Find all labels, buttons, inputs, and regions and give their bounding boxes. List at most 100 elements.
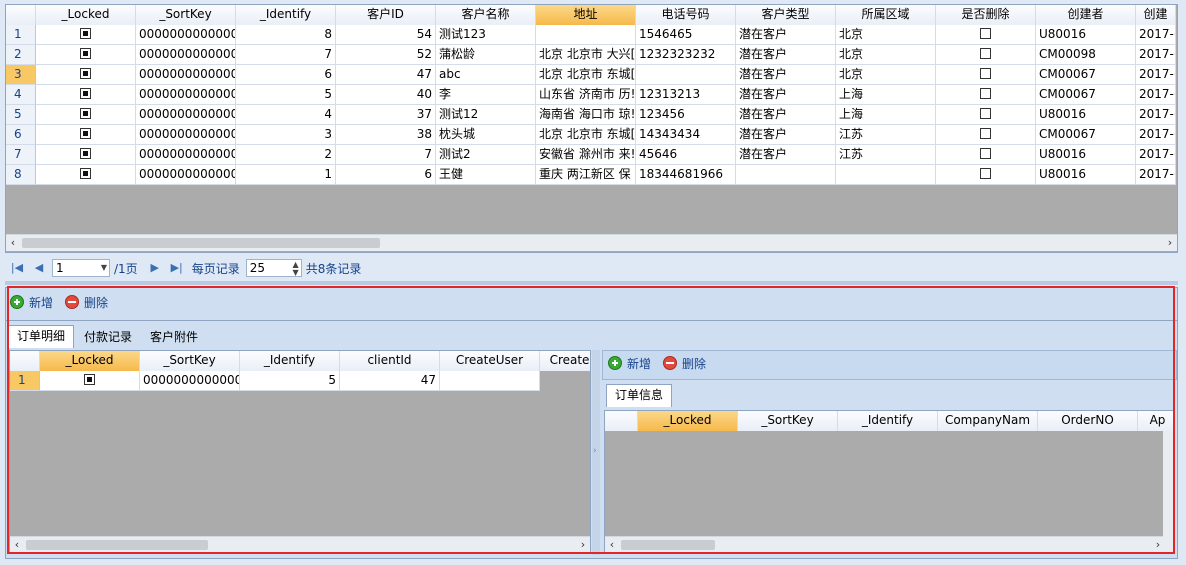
info-grid-vscroll[interactable] (1163, 431, 1174, 552)
delete-button[interactable]: 删除 (65, 294, 108, 311)
column-header[interactable]: _Identify (838, 411, 938, 431)
column-header[interactable]: _Identify (236, 5, 336, 25)
table-cell[interactable] (936, 45, 1036, 65)
table-row[interactable]: 5 0000000000000 4 37 测试12 海南省 海口市 琼! 123456 潜在客… (6, 105, 1176, 125)
column-header[interactable]: 所属区域 (836, 5, 936, 25)
chevron-down-icon[interactable]: ▼ (101, 260, 107, 276)
tab-order-info[interactable]: 订单信息 (606, 384, 673, 407)
per-page-stepper[interactable]: 25 ▲ ▼ (245, 259, 302, 277)
table-cell[interactable] (936, 65, 1036, 85)
table-cell[interactable] (36, 85, 136, 105)
page-select[interactable]: 1 ▼ (52, 259, 110, 277)
scroll-left-icon[interactable]: ‹ (6, 235, 20, 251)
column-header[interactable]: CompanyNam (938, 411, 1038, 431)
table-cell[interactable] (936, 85, 1036, 105)
table-cell: 测试123 (436, 25, 536, 45)
right-delete-button[interactable]: 删除 (663, 355, 706, 372)
scroll-right-icon[interactable]: › (1163, 235, 1177, 251)
deleted-checkbox[interactable] (980, 148, 991, 159)
order-info-grid-header: _Locked _SortKey _Identify CompanyNam OrderN… (605, 411, 1174, 431)
table-cell[interactable] (936, 105, 1036, 125)
table-row[interactable]: 3 0000000000000 6 47 abc 北京 北京市 东城[潜在客户 北京 CM00… (6, 65, 1176, 85)
table-cell[interactable] (936, 25, 1036, 45)
row-number: 1 (10, 371, 40, 391)
column-header[interactable]: Ap (1138, 411, 1174, 431)
scroll-right-icon[interactable]: › (576, 537, 590, 552)
table-cell: CM00067 (1036, 125, 1136, 145)
order-grid-hscroll[interactable]: ‹ › (10, 536, 590, 552)
grid-corner[interactable] (6, 5, 36, 25)
column-header[interactable]: 客户名称 (436, 5, 536, 25)
table-cell[interactable] (36, 145, 136, 165)
prev-page-icon[interactable]: ◀ (32, 261, 46, 275)
table-cell[interactable] (36, 165, 136, 185)
scroll-left-icon[interactable]: ‹ (10, 537, 24, 552)
deleted-checkbox[interactable] (980, 168, 991, 179)
scroll-thumb[interactable] (26, 540, 208, 550)
table-cell[interactable] (36, 105, 136, 125)
row-number: 2 (6, 45, 36, 65)
scroll-thumb[interactable] (621, 540, 715, 550)
column-header[interactable]: _SortKey (136, 5, 236, 25)
table-cell[interactable] (936, 165, 1036, 185)
table-cell[interactable] (36, 25, 136, 45)
table-cell[interactable] (936, 145, 1036, 165)
column-header[interactable]: _Locked (36, 5, 136, 25)
column-header[interactable]: _SortKey (738, 411, 838, 431)
deleted-checkbox[interactable] (980, 88, 991, 99)
horizontal-splitter[interactable] (5, 281, 1178, 285)
deleted-checkbox[interactable] (980, 48, 991, 59)
table-cell[interactable] (40, 371, 140, 391)
last-page-icon[interactable]: ▶| (170, 261, 184, 275)
table-row[interactable]: 1 0000000000000 8 54 测试123 1546465 潜在客户 北京 U8001… (6, 25, 1176, 45)
column-header[interactable]: OrderNO (1038, 411, 1138, 431)
table-row[interactable]: 8 0000000000000 1 6 王健 重庆 两江新区 保 18344681966 U8… (6, 165, 1176, 185)
table-cell[interactable] (936, 125, 1036, 145)
deleted-checkbox[interactable] (980, 108, 991, 119)
column-header[interactable]: 创建 (1136, 5, 1176, 25)
deleted-checkbox[interactable] (980, 128, 991, 139)
first-page-icon[interactable]: |◀ (10, 261, 24, 275)
column-header[interactable]: 是否删除 (936, 5, 1036, 25)
table-cell (536, 25, 636, 45)
scroll-thumb[interactable] (22, 238, 380, 248)
deleted-checkbox[interactable] (980, 28, 991, 39)
grid-corner[interactable] (10, 351, 40, 371)
table-cell[interactable] (36, 65, 136, 85)
table-row[interactable]: 1 0000000000000 5 47 (10, 371, 540, 391)
deleted-checkbox[interactable] (980, 68, 991, 79)
customer-grid-hscroll[interactable]: ‹ › (6, 234, 1177, 251)
tab-payment-records[interactable]: 付款记录 (76, 327, 140, 348)
scroll-left-icon[interactable]: ‹ (605, 537, 619, 552)
column-header[interactable]: CreateUser (440, 351, 540, 371)
column-header[interactable]: 客户类型 (736, 5, 836, 25)
column-header[interactable]: 电话号码 (636, 5, 736, 25)
column-header[interactable]: _SortKey (140, 351, 240, 371)
column-header[interactable]: _Locked (638, 411, 738, 431)
table-row[interactable]: 4 0000000000000 5 40 李山东省 济南市 历! 12313213 潜在客户… (6, 85, 1176, 105)
table-row[interactable]: 7 0000000000000 2 7 测试2 安徽省 滁州市 来! 45646 潜在客户 江苏… (6, 145, 1176, 165)
splitter-arrow-icon[interactable]: › (593, 446, 597, 456)
column-header[interactable]: clientId (340, 351, 440, 371)
info-grid-hscroll[interactable]: ‹ › (605, 536, 1165, 552)
column-header[interactable]: 创建者 (1036, 5, 1136, 25)
column-header[interactable]: 客户ID (336, 5, 436, 25)
table-row[interactable]: 6 0000000000000 3 38 枕头城 北京 北京市 东城[14343434 潜在… (6, 125, 1176, 145)
tab-customer-attachments[interactable]: 客户附件 (142, 327, 206, 348)
tab-order-details[interactable]: 订单明细 (8, 325, 75, 348)
add-button[interactable]: 新增 (10, 294, 53, 311)
table-cell[interactable] (36, 125, 136, 145)
column-header[interactable]: 地址 (536, 5, 636, 25)
order-grid: _Locked _SortKey _Identify clientId CreateUs… (9, 350, 591, 553)
column-header[interactable]: Create (540, 351, 590, 371)
table-cell: 北京 北京市 大兴[ (536, 45, 636, 65)
add-icon (10, 295, 24, 309)
stepper-arrows-icon[interactable]: ▲ ▼ (293, 261, 299, 277)
column-header[interactable]: _Locked (40, 351, 140, 371)
table-cell[interactable] (36, 45, 136, 65)
table-row[interactable]: 2 0000000000000 7 52 蒲松龄 北京 北京市 大兴[1232323232… (6, 45, 1176, 65)
right-add-button[interactable]: 新增 (608, 355, 651, 372)
next-page-icon[interactable]: ▶ (148, 261, 162, 275)
column-header[interactable]: _Identify (240, 351, 340, 371)
grid-corner[interactable] (605, 411, 638, 431)
